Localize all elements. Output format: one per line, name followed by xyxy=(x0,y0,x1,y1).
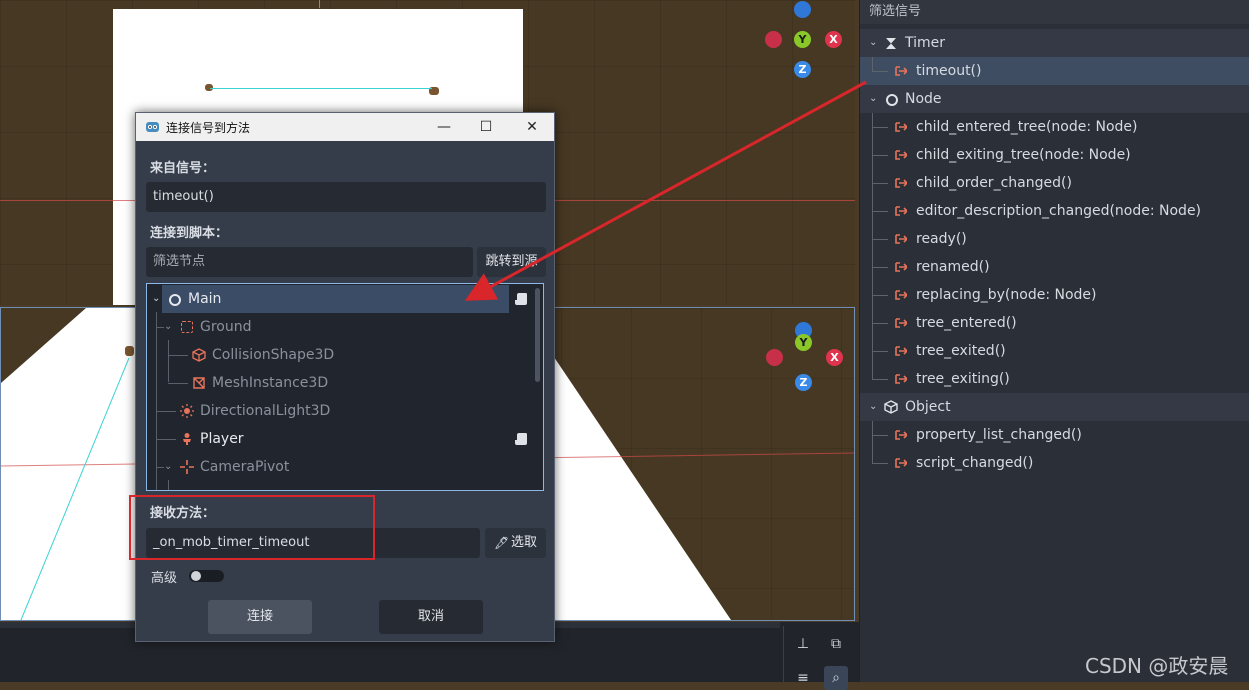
watermark: CSDN @政安晨 xyxy=(1085,654,1229,678)
annotation-arrow xyxy=(464,80,867,301)
